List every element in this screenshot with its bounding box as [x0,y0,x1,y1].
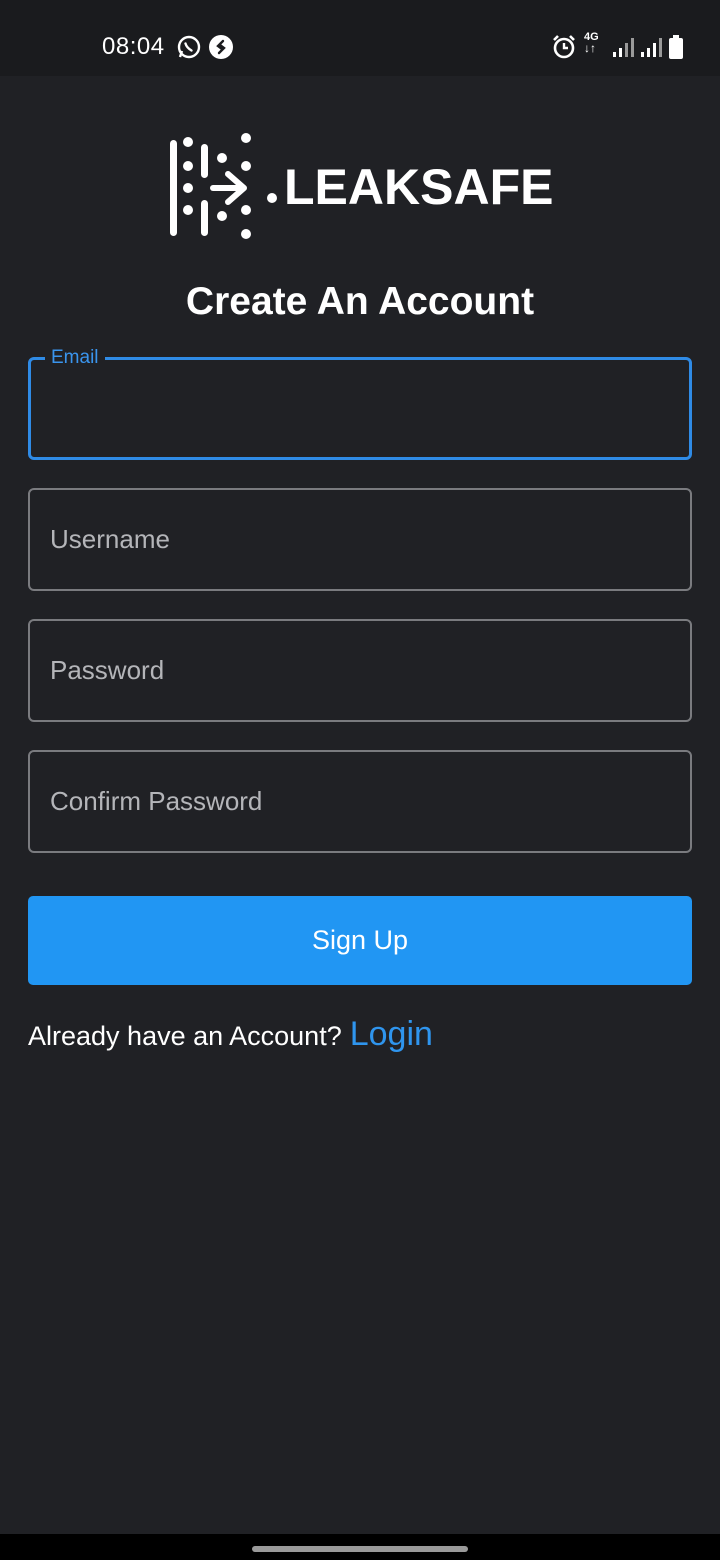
username-placeholder: Username [50,524,170,554]
whatsapp-icon [176,34,202,65]
login-link[interactable]: Login [350,1015,433,1054]
sign-up-button[interactable]: Sign Up [28,896,692,985]
login-prompt: Already have an Account? Login [28,1015,433,1054]
brand-name: LEAKSAFE [284,159,554,215]
leaksafe-logo: LEAKSAFE [166,130,556,242]
email-label: Email [45,347,105,369]
alarm-icon [552,34,576,65]
password-placeholder: Password [50,655,165,685]
signal-icon [640,36,662,63]
status-bar: 08:04 4G ↓↑ [0,0,720,76]
email-field[interactable]: Email [28,347,692,460]
username-field[interactable]: Username [28,488,692,591]
network-4g-icon: 4G ↓↑ [584,31,599,55]
status-time: 08:04 [102,33,165,60]
home-handle[interactable] [252,1546,468,1552]
login-prompt-text: Already have an Account? [28,1021,342,1051]
shazam-icon [208,34,234,65]
page-title: Create An Account [185,280,535,323]
password-field[interactable]: Password [28,619,692,722]
battery-icon [668,34,684,65]
logo-mark-icon [170,133,277,239]
confirm-password-field[interactable]: Confirm Password [28,750,692,853]
signal-icon [612,36,634,63]
confirm-password-placeholder: Confirm Password [50,786,263,816]
navigation-bar [0,1534,720,1560]
